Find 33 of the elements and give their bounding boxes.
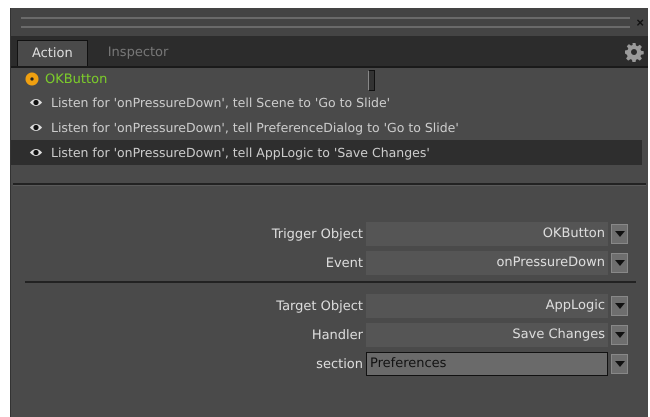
field-label: section bbox=[315, 356, 363, 372]
dropdown-field[interactable]: Save Changes bbox=[366, 323, 608, 347]
dropdown-field[interactable]: AppLogic bbox=[366, 294, 608, 318]
drag-grip[interactable] bbox=[21, 16, 630, 28]
eye-icon[interactable] bbox=[29, 97, 43, 108]
listener-row[interactable]: Listen for 'onPressureDown', tell PreferenceDialog to 'Go to Slide' bbox=[11, 115, 642, 140]
caret-icon bbox=[614, 260, 624, 266]
dropdown-button[interactable] bbox=[611, 325, 628, 345]
target-icon bbox=[25, 72, 39, 86]
dropdown-field[interactable]: onPressureDown bbox=[366, 251, 608, 275]
dropdown-button[interactable] bbox=[611, 354, 628, 374]
resize-handle[interactable] bbox=[368, 70, 375, 91]
tab[interactable]: Inspector bbox=[96, 39, 180, 66]
dropdown-button[interactable] bbox=[611, 224, 628, 244]
caret-icon bbox=[614, 231, 624, 237]
caret-icon bbox=[614, 332, 624, 338]
listener-row[interactable]: Listen for 'onPressureDown', tell AppLogic to 'Save Changes' bbox=[11, 140, 642, 165]
field-label: Event bbox=[324, 256, 363, 270]
tab[interactable]: Action bbox=[17, 40, 88, 66]
caret-icon bbox=[614, 361, 624, 367]
field-label: Target Object bbox=[275, 298, 363, 314]
dropdown-button[interactable] bbox=[611, 296, 628, 316]
field-label: Trigger Object bbox=[270, 226, 363, 242]
settings-icon[interactable] bbox=[624, 42, 644, 62]
eye-icon[interactable] bbox=[29, 147, 43, 158]
eye-icon[interactable] bbox=[29, 122, 43, 133]
dropdown-field[interactable]: OKButton bbox=[366, 222, 608, 246]
dropdown-button[interactable] bbox=[611, 253, 628, 273]
listener-row[interactable]: Listen for 'onPressureDown', tell Scene to 'Go to Slide' bbox=[11, 90, 642, 115]
object-name: OKButton bbox=[45, 72, 108, 86]
combo-field[interactable]: Preferences bbox=[366, 352, 608, 376]
field-label: Handler bbox=[310, 328, 363, 342]
caret-icon bbox=[614, 303, 624, 309]
